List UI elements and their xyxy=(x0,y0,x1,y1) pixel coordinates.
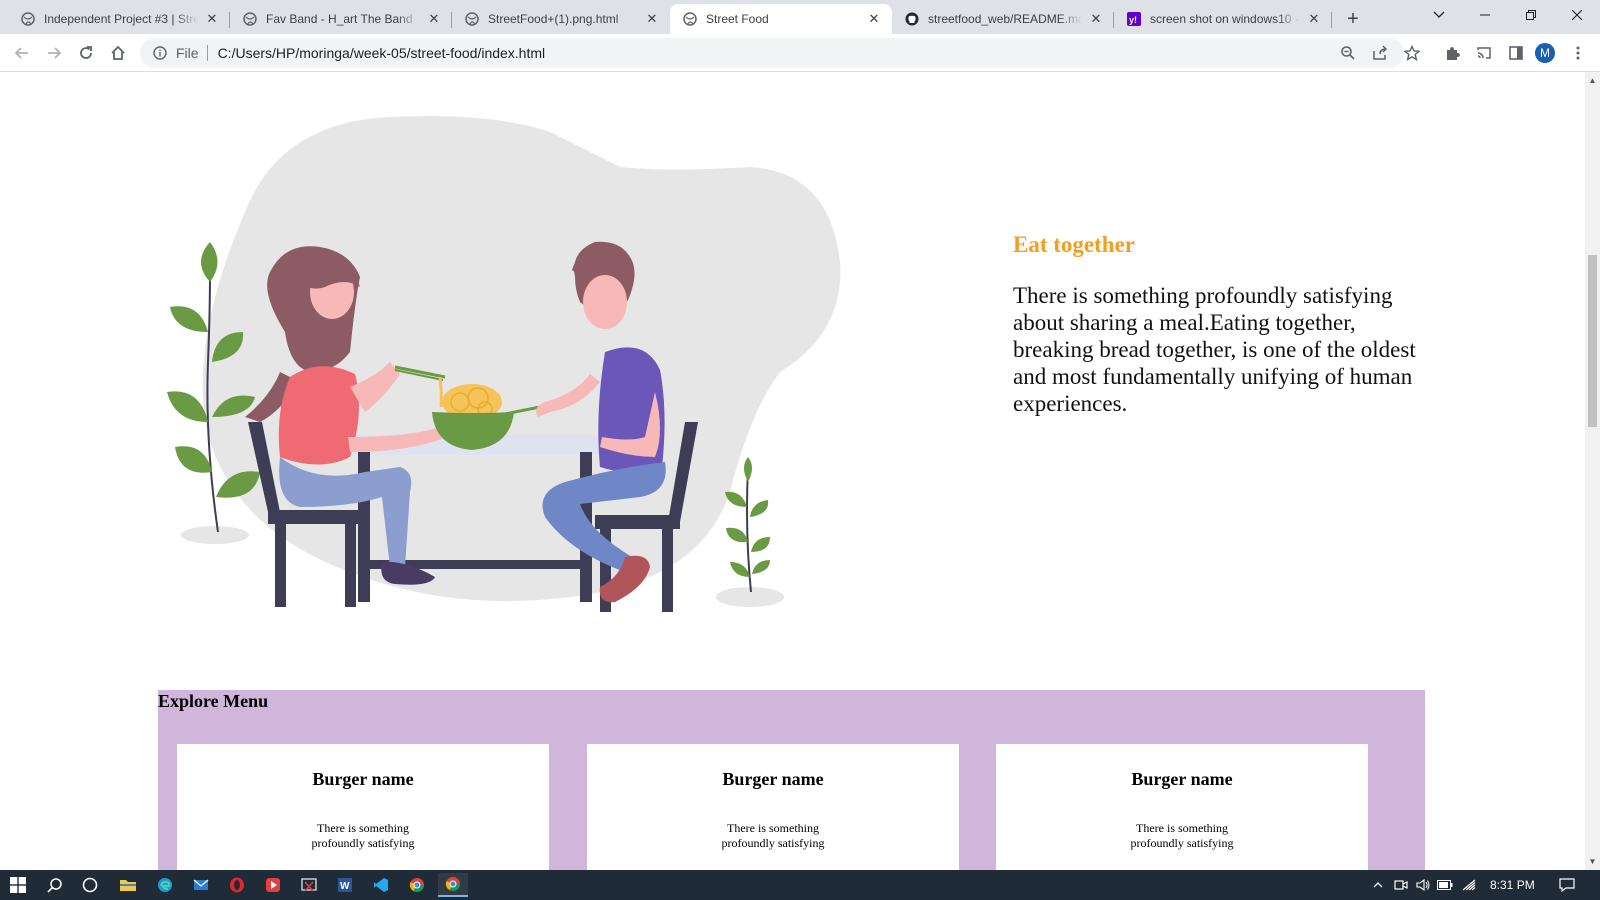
chrome-icon[interactable] xyxy=(402,873,432,897)
show-hidden-icons-chevron-icon[interactable] xyxy=(1368,876,1388,894)
page-viewport: Eat together There is something profound… xyxy=(0,72,1585,870)
tab-title: Fav Band - H_art The Band xyxy=(266,12,413,26)
browser-toolbar: File C:/Users/HP/moringa/week-05/street-… xyxy=(0,34,1600,72)
globe-icon xyxy=(464,11,480,27)
cast-icon[interactable] xyxy=(1472,41,1496,65)
forward-arrow-icon[interactable] xyxy=(42,41,66,65)
explore-menu-heading: Explore Menu xyxy=(158,691,269,711)
vscode-icon[interactable] xyxy=(366,873,396,897)
eat-together-heading: Eat together xyxy=(1013,232,1135,257)
share-icon[interactable] xyxy=(1368,41,1392,65)
card-title: Burger name xyxy=(1131,769,1233,789)
battery-icon[interactable] xyxy=(1436,876,1454,894)
notifications-icon[interactable] xyxy=(1556,876,1578,894)
tab-fav-band[interactable]: Fav Band - H_art The Band ✕ xyxy=(230,4,452,34)
menu-card: Burger name There is something profoundl… xyxy=(177,744,549,870)
tab-streetfood-png[interactable]: StreetFood+(1).png.html ✕ xyxy=(452,4,670,34)
globe-icon xyxy=(20,11,36,27)
svg-text:y!: y! xyxy=(1129,15,1137,25)
github-icon xyxy=(904,11,920,27)
menu-card: Burger name There is something profoundl… xyxy=(587,744,959,870)
restore-button[interactable] xyxy=(1508,0,1554,30)
card-title: Burger name xyxy=(312,769,414,789)
tab-title: streetfood_web/README.md xyxy=(928,12,1082,26)
media-player-icon[interactable] xyxy=(258,873,288,897)
address-bar[interactable]: File C:/Users/HP/moringa/week-05/street-… xyxy=(140,38,1404,68)
windows-taskbar: W 8:31 PM xyxy=(0,870,1600,900)
close-tab-icon[interactable]: ✕ xyxy=(426,11,442,27)
scroll-thumb[interactable] xyxy=(1588,255,1597,427)
close-tab-icon[interactable]: ✕ xyxy=(204,11,220,27)
back-arrow-icon[interactable] xyxy=(10,41,34,65)
word-icon[interactable]: W xyxy=(330,873,360,897)
eating-together-illustration xyxy=(167,116,841,612)
extensions-puzzle-icon[interactable] xyxy=(1440,41,1464,65)
home-icon[interactable] xyxy=(106,41,130,65)
tab-readme[interactable]: streetfood_web/README.md ✕ xyxy=(892,4,1114,34)
tab-strip: Independent Project #3 | Stre ✕ Fav Band… xyxy=(0,0,1600,34)
profile-avatar[interactable]: M xyxy=(1535,43,1555,63)
url-text[interactable]: C:/Users/HP/moringa/week-05/street-food/… xyxy=(218,45,546,61)
mail-icon[interactable] xyxy=(186,873,216,897)
globe-icon xyxy=(682,11,698,27)
file-explorer-icon[interactable] xyxy=(113,873,143,897)
svg-text:W: W xyxy=(340,881,350,892)
meet-now-icon[interactable] xyxy=(1392,876,1410,894)
scheme-label: File xyxy=(176,45,208,61)
explore-menu-section: Explore Menu Burger name There is someth… xyxy=(158,690,1425,870)
page-scrollbar[interactable]: ▲ ▼ xyxy=(1585,72,1600,870)
close-tab-icon[interactable]: ✕ xyxy=(866,11,882,27)
tab-search-chevron-icon[interactable] xyxy=(1416,0,1462,30)
close-tab-icon[interactable]: ✕ xyxy=(1306,11,1322,27)
new-tab-button[interactable]: + xyxy=(1340,6,1366,32)
tab-street-food[interactable]: Street Food ✕ xyxy=(670,4,892,34)
reload-icon[interactable] xyxy=(74,41,98,65)
tab-title: screen shot on windows10 - Y xyxy=(1150,12,1300,26)
search-icon[interactable] xyxy=(40,873,70,897)
opera-icon[interactable] xyxy=(222,873,252,897)
chrome-active-window-icon[interactable] xyxy=(438,873,468,897)
scroll-down-arrow-icon[interactable]: ▼ xyxy=(1588,857,1597,866)
edge-icon[interactable] xyxy=(150,873,180,897)
menu-card: Burger name There is something profoundl… xyxy=(996,744,1368,870)
taskbar-clock[interactable]: 8:31 PM xyxy=(1490,878,1535,892)
side-panel-icon[interactable] xyxy=(1504,41,1528,65)
snipping-tool-icon[interactable] xyxy=(294,873,324,897)
scroll-up-arrow-icon[interactable]: ▲ xyxy=(1588,76,1597,85)
info-icon[interactable] xyxy=(152,45,168,61)
more-menu-icon[interactable] xyxy=(1566,41,1590,65)
card-title: Burger name xyxy=(722,769,824,789)
card-description: There is something profoundly satisfying xyxy=(721,821,825,850)
bookmark-star-icon[interactable] xyxy=(1400,41,1424,65)
tab-independent-project[interactable]: Independent Project #3 | Stre ✕ xyxy=(8,4,230,34)
minimize-button[interactable] xyxy=(1462,0,1508,30)
close-tab-icon[interactable]: ✕ xyxy=(644,11,660,27)
card-description: There is something profoundly satisfying xyxy=(311,821,415,850)
volume-icon[interactable] xyxy=(1414,876,1432,894)
globe-icon xyxy=(242,11,258,27)
card-description: There is something profoundly satisfying xyxy=(1130,821,1234,850)
yahoo-icon: y! xyxy=(1126,11,1142,27)
close-window-button[interactable] xyxy=(1554,0,1600,30)
tab-title: Independent Project #3 | Stre xyxy=(44,12,198,26)
tab-yahoo-search[interactable]: y! screen shot on windows10 - Y ✕ xyxy=(1114,4,1332,34)
cortana-icon[interactable] xyxy=(75,873,105,897)
windows-start-icon[interactable] xyxy=(3,873,33,897)
tab-title: StreetFood+(1).png.html xyxy=(488,12,619,26)
zoom-icon[interactable] xyxy=(1336,41,1360,65)
eat-together-paragraph: There is something profoundly satisfying… xyxy=(1013,283,1416,416)
wifi-icon[interactable] xyxy=(1460,876,1478,894)
tab-separator xyxy=(1331,12,1332,28)
close-tab-icon[interactable]: ✕ xyxy=(1088,11,1104,27)
tab-title: Street Food xyxy=(706,12,769,26)
